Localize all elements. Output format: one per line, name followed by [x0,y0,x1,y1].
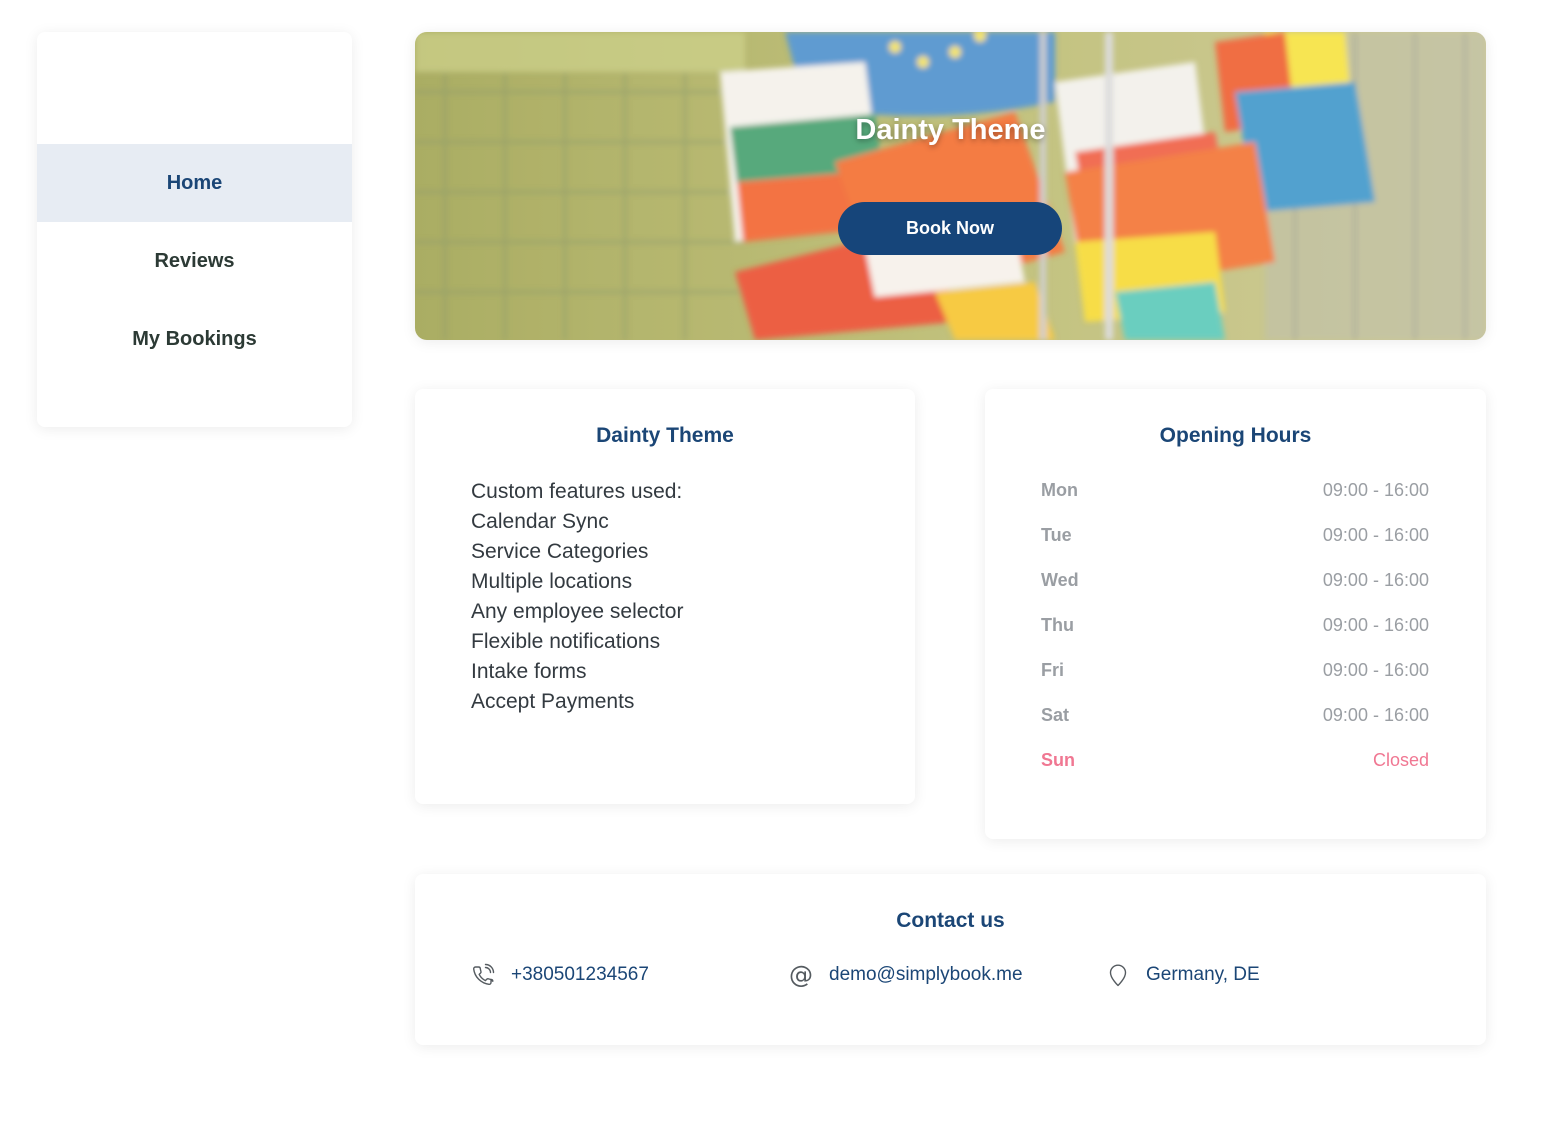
hero-title: Dainty Theme [855,114,1046,146]
sidebar: Home Reviews My Bookings [37,32,352,427]
flags-background-image [415,32,1486,340]
hours-value: 09:00 - 16:00 [1322,705,1429,725]
hours-value: 09:00 - 16:00 [1322,570,1429,590]
contact-email[interactable]: @ demo@simplybook.me [788,961,1023,989]
day-label: Wed [1041,570,1079,590]
hours-list: Mon 09:00 - 16:00 Tue 09:00 - 16:00 Wed … [1041,468,1429,783]
hours-row-wed: Wed 09:00 - 16:00 [1041,558,1429,603]
about-card: Dainty Theme Custom features used: Calen… [415,389,915,804]
hours-value: 09:00 - 16:00 [1322,525,1429,545]
day-label: Sun [1041,750,1075,770]
hours-row-sun: Sun Closed [1041,738,1429,783]
contact-location[interactable]: Germany, DE [1105,962,1260,988]
day-label: Fri [1041,660,1065,680]
sidebar-item-my-bookings[interactable]: My Bookings [37,300,352,378]
book-now-button[interactable]: Book Now [838,202,1062,255]
contact-card: Contact us +380501234567 @ demo@simplybo… [415,874,1486,1045]
hours-value: 09:00 - 16:00 [1322,615,1429,635]
sidebar-item-reviews[interactable]: Reviews [37,222,352,300]
hours-row-tue: Tue 09:00 - 16:00 [1041,513,1429,558]
phone-number[interactable]: +380501234567 [511,964,649,986]
hours-row-fri: Fri 09:00 - 16:00 [1041,648,1429,693]
hours-row-sat: Sat 09:00 - 16:00 [1041,693,1429,738]
at-icon: @ [789,961,813,989]
hours-value: Closed [1372,750,1429,770]
sidebar-item-home[interactable]: Home [37,144,352,222]
hours-value: 09:00 - 16:00 [1322,480,1429,500]
map-pin-icon [1105,962,1131,988]
opening-hours-title: Opening Hours [1159,424,1312,447]
day-label: Sat [1041,705,1070,725]
contact-phone[interactable]: +380501234567 [470,962,649,988]
hours-value: 09:00 - 16:00 [1322,660,1429,680]
sidebar-nav: Home Reviews My Bookings [37,144,352,378]
hours-row-thu: Thu 09:00 - 16:00 [1041,603,1429,648]
location-text[interactable]: Germany, DE [1146,964,1260,986]
about-description: Custom features used: Calendar Sync Serv… [471,480,684,713]
opening-hours-card: Opening Hours Mon 09:00 - 16:00 Tue 09:0… [985,389,1486,839]
about-title: Dainty Theme [596,424,734,447]
hero-banner: Dainty Theme Book Now [415,32,1486,340]
contact-title: Contact us [896,909,1005,932]
phone-icon [470,962,496,988]
day-label: Tue [1041,525,1072,545]
day-label: Thu [1041,615,1074,635]
hours-row-mon: Mon 09:00 - 16:00 [1041,468,1429,513]
day-label: Mon [1041,480,1078,500]
email-address[interactable]: demo@simplybook.me [829,964,1023,986]
